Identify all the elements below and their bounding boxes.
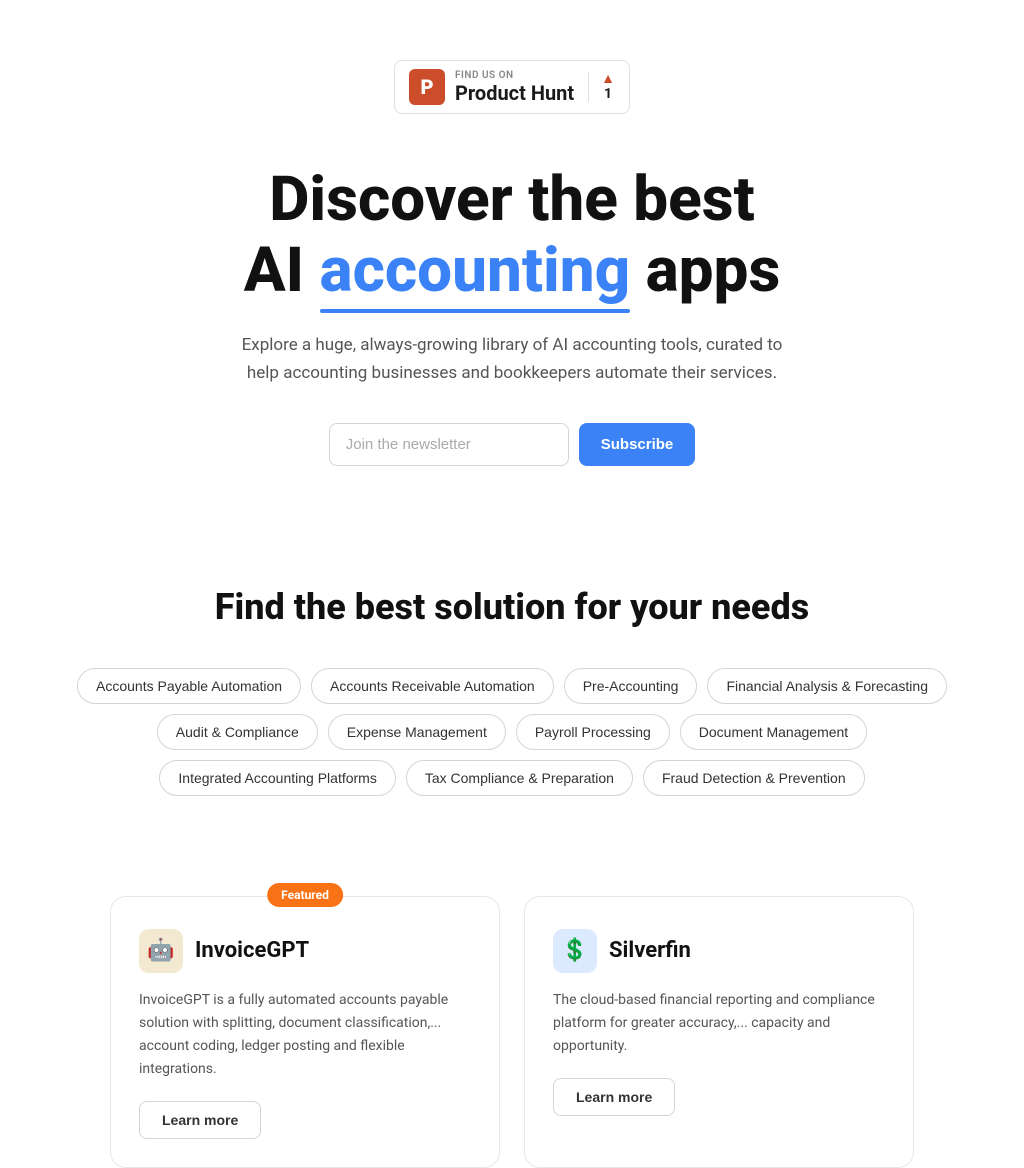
solution-title: Find the best solution for your needs [40, 586, 984, 628]
hero-title-accent: accounting [320, 235, 631, 306]
tag-pill[interactable]: Financial Analysis & Forecasting [707, 668, 947, 704]
producthunt-text: FIND US ON Product Hunt [455, 70, 574, 105]
card-learn-more-button[interactable]: Learn more [139, 1101, 261, 1139]
cards-container: Featured 🤖 InvoiceGPT InvoiceGPT is a fu… [0, 896, 1024, 1168]
product-card: Featured 🤖 InvoiceGPT InvoiceGPT is a fu… [110, 896, 500, 1168]
tag-pill[interactable]: Tax Compliance & Preparation [406, 760, 633, 796]
tag-pill[interactable]: Integrated Accounting Platforms [159, 760, 395, 796]
tag-pill[interactable]: Pre-Accounting [564, 668, 698, 704]
tag-pill[interactable]: Accounts Receivable Automation [311, 668, 554, 704]
subscribe-button[interactable]: Subscribe [579, 423, 696, 466]
featured-badge: Featured [267, 883, 343, 907]
card-logo: 🤖 [139, 929, 183, 973]
tag-pill[interactable]: Fraud Detection & Prevention [643, 760, 865, 796]
card-header: 💲 Silverfin [553, 929, 885, 973]
producthunt-badge[interactable]: P FIND US ON Product Hunt ▲ 1 [394, 60, 630, 114]
newsletter-input[interactable] [329, 423, 569, 466]
hero-title-line1: Discover the best [269, 163, 755, 236]
tag-pill[interactable]: Expense Management [328, 714, 506, 750]
card-title: Silverfin [609, 938, 691, 963]
vote-count: 1 [604, 86, 612, 102]
hero-section: Discover the best AI accounting apps Exp… [62, 144, 962, 586]
hero-subtitle: Explore a huge, always-growing library o… [232, 331, 792, 387]
producthunt-name: Product Hunt [455, 81, 574, 105]
card-header: 🤖 InvoiceGPT [139, 929, 471, 973]
card-logo: 💲 [553, 929, 597, 973]
tag-pill[interactable]: Document Management [680, 714, 867, 750]
tag-pill[interactable]: Accounts Payable Automation [77, 668, 301, 704]
upvote-arrow-icon: ▲ [601, 72, 615, 86]
newsletter-form: Subscribe [102, 423, 922, 466]
card-learn-more-button[interactable]: Learn more [553, 1078, 675, 1116]
hero-title: Discover the best AI accounting apps [102, 164, 922, 307]
tag-pill[interactable]: Audit & Compliance [157, 714, 318, 750]
card-description: The cloud-based financial reporting and … [553, 989, 885, 1058]
tag-pill[interactable]: Payroll Processing [516, 714, 670, 750]
producthunt-logo: P [409, 69, 445, 105]
product-card: 💲 Silverfin The cloud-based financial re… [524, 896, 914, 1168]
card-title: InvoiceGPT [195, 938, 309, 963]
hero-title-line2-prefix: AI [244, 234, 320, 307]
card-description: InvoiceGPT is a fully automated accounts… [139, 989, 471, 1081]
hero-title-line2-suffix: apps [630, 234, 780, 307]
solution-section: Find the best solution for your needs Ac… [0, 586, 1024, 896]
tags-container: Accounts Payable Automation Accounts Rece… [40, 668, 984, 796]
producthunt-vote: ▲ 1 [588, 72, 615, 102]
producthunt-find-us-label: FIND US ON [455, 70, 574, 81]
